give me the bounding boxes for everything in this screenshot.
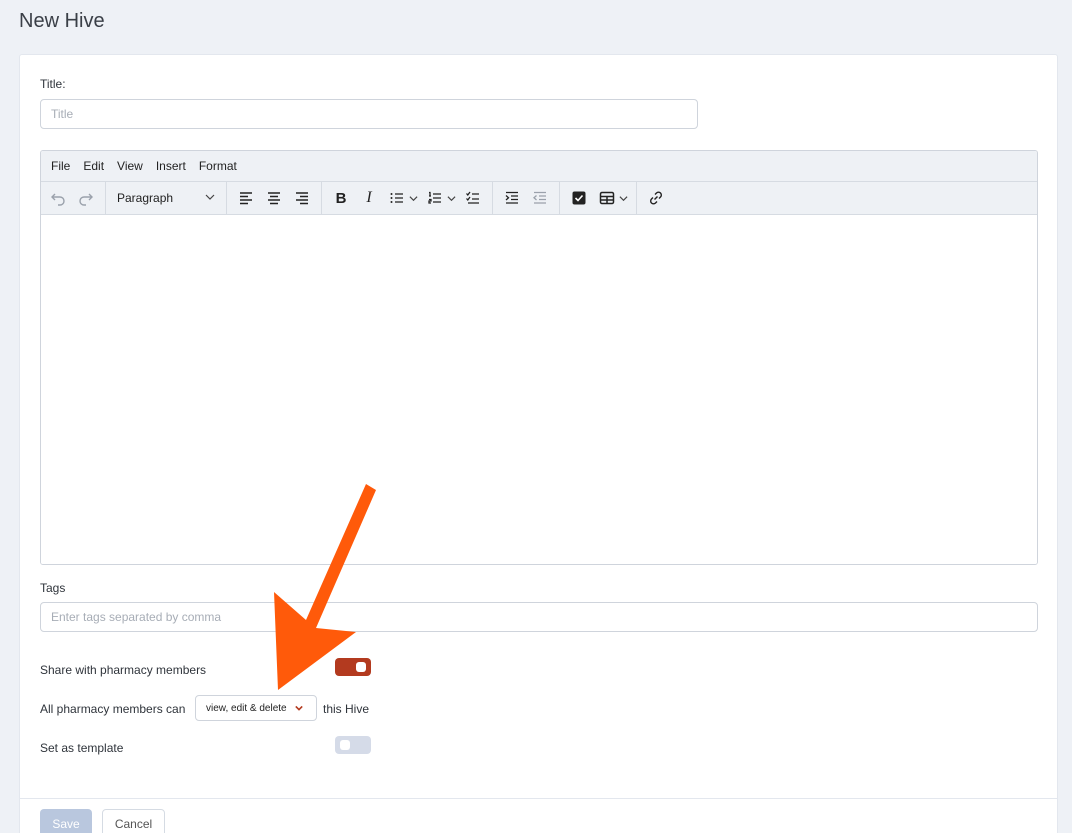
permission-prefix: All pharmacy members can	[40, 702, 186, 716]
table-icon[interactable]	[593, 185, 621, 211]
tags-label: Tags	[40, 581, 66, 595]
menu-insert[interactable]: Insert	[156, 159, 186, 173]
numbered-list-icon[interactable]	[421, 185, 449, 211]
permission-suffix: this Hive	[323, 702, 370, 716]
template-label: Set as template	[40, 741, 124, 755]
title-input[interactable]	[40, 99, 698, 129]
menu-format[interactable]: Format	[199, 159, 237, 173]
editor-content-area[interactable]	[41, 215, 1037, 564]
table-chevron-icon[interactable]	[619, 194, 628, 203]
share-label: Share with pharmacy members	[40, 663, 207, 677]
new-hive-form: Title: File Edit View Insert Format Para…	[19, 54, 1058, 833]
indent-icon[interactable]	[498, 185, 526, 211]
checkbox-icon[interactable]	[565, 185, 593, 211]
title-label: Title:	[40, 77, 66, 91]
cancel-button[interactable]: Cancel	[102, 809, 165, 833]
align-right-icon[interactable]	[288, 185, 316, 211]
toggle-knob	[356, 662, 366, 672]
menu-file[interactable]: File	[51, 159, 70, 173]
share-toggle[interactable]	[335, 658, 371, 676]
numbered-list-chevron-icon[interactable]	[447, 194, 456, 203]
align-left-icon[interactable]	[232, 185, 260, 211]
menu-edit[interactable]: Edit	[83, 159, 104, 173]
editor-toolbar: Paragraph B I	[41, 182, 1037, 215]
tags-input[interactable]	[40, 602, 1038, 632]
menu-view[interactable]: View	[117, 159, 143, 173]
page-title: New Hive	[19, 10, 105, 32]
block-format-value: Paragraph	[117, 191, 174, 205]
checklist-icon[interactable]	[459, 185, 487, 211]
redo-icon[interactable]	[72, 185, 100, 211]
bold-icon[interactable]: B	[327, 185, 355, 211]
outdent-icon[interactable]	[526, 185, 554, 211]
italic-icon[interactable]: I	[355, 185, 383, 211]
chevron-down-icon	[205, 191, 215, 205]
editor-menubar: File Edit View Insert Format	[41, 151, 1037, 182]
block-format-select[interactable]: Paragraph	[111, 185, 221, 211]
bullet-list-chevron-icon[interactable]	[409, 194, 418, 203]
chevron-down-icon	[294, 704, 303, 712]
rich-text-editor: File Edit View Insert Format Paragraph B…	[40, 150, 1038, 565]
permission-select[interactable]: view, edit & delete	[195, 695, 317, 721]
undo-icon[interactable]	[44, 185, 72, 211]
link-icon[interactable]	[642, 185, 670, 211]
align-center-icon[interactable]	[260, 185, 288, 211]
template-toggle[interactable]	[335, 736, 371, 754]
bullet-list-icon[interactable]	[383, 185, 411, 211]
permission-select-value: view, edit & delete	[206, 702, 287, 714]
footer-divider	[20, 798, 1057, 799]
save-button[interactable]: Save	[40, 809, 92, 833]
toggle-knob	[340, 740, 350, 750]
